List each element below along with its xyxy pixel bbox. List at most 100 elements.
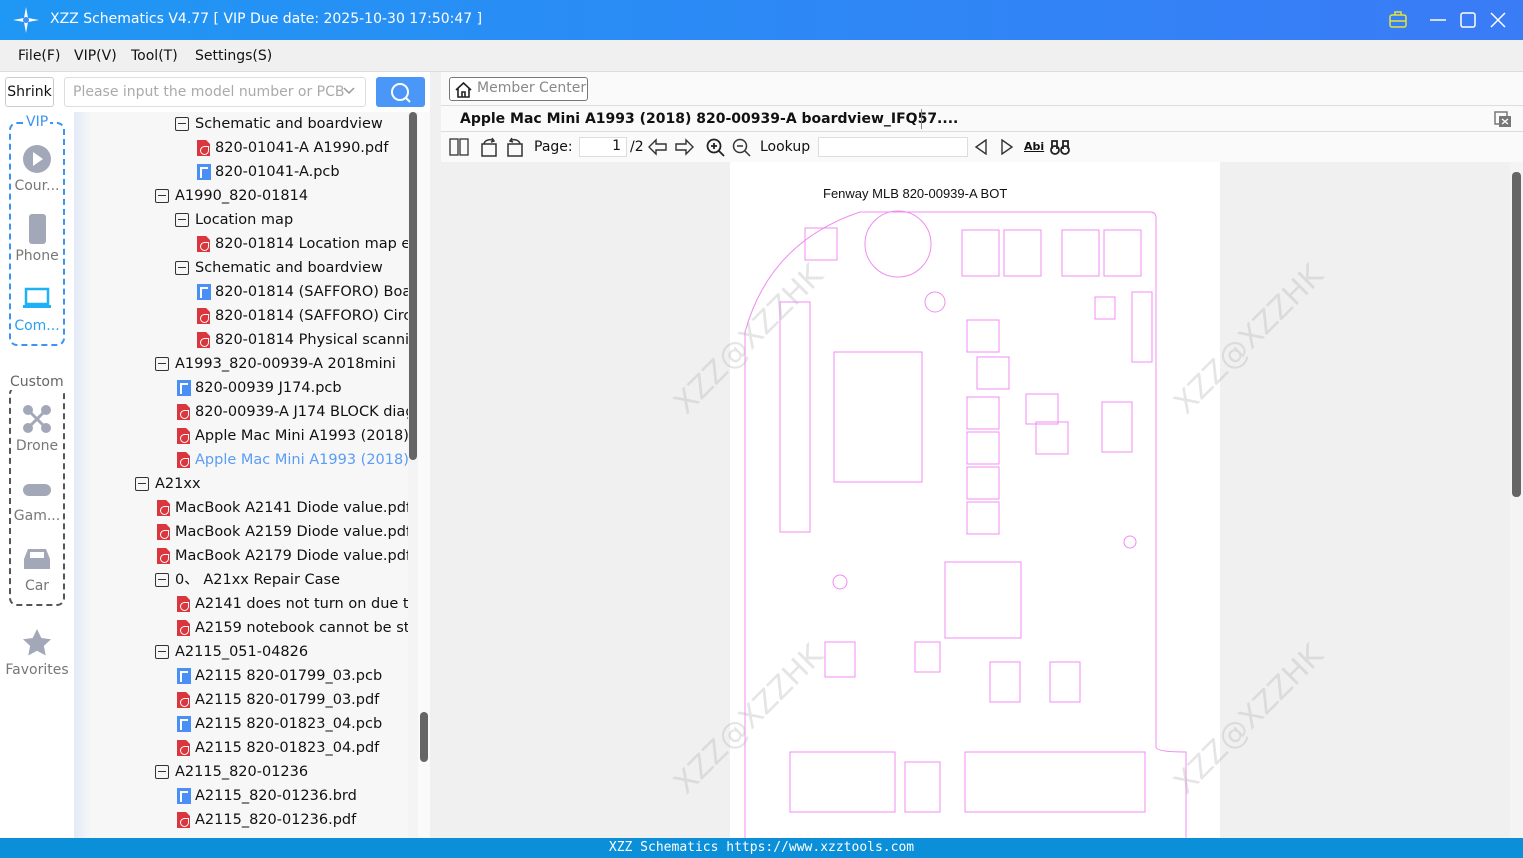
tree-item-label: A1993_820-00939-A 2018mini — [175, 356, 396, 372]
menu-tool[interactable]: Tool(T) — [131, 48, 178, 64]
tree-item-label: A2115 820-01799_03.pcb — [195, 668, 383, 684]
play-icon — [23, 145, 51, 173]
tree-item-label: A1990_820-01814 — [175, 188, 309, 204]
tree-item-label: 820-00939 J174.pcb — [195, 380, 342, 396]
category-sidebar: VIP Cour... Phone Com... Custom Drone Ga… — [0, 112, 74, 838]
sidebar-label: Favorites — [5, 662, 69, 678]
document-tab[interactable]: Apple Mac Mini A1993 (2018) 820-00939-A … — [441, 105, 1523, 132]
sidebar-item-computer[interactable]: Com... — [7, 284, 67, 334]
minimize-icon[interactable] — [1430, 12, 1446, 28]
binoculars-icon[interactable] — [1050, 138, 1070, 156]
file-tree: Schematic and boardview 820-01041-A A1990… — [74, 112, 408, 838]
sidebar-label: Drone — [15, 438, 59, 454]
tree-item-label: A2115_820-01236.pdf — [195, 812, 357, 828]
prev-page-icon[interactable] — [648, 138, 668, 156]
pcb-file-icon — [177, 668, 191, 684]
pcb-file-icon — [197, 284, 211, 300]
zoom-out-icon[interactable] — [732, 138, 751, 157]
next-page-icon[interactable] — [674, 138, 694, 156]
collapse-icon[interactable] — [175, 213, 189, 227]
two-page-icon[interactable] — [449, 138, 469, 156]
rotate-right-icon[interactable] — [505, 137, 525, 157]
close-icon[interactable] — [1490, 12, 1506, 28]
briefcase-icon[interactable] — [1389, 11, 1407, 28]
pdf-file-icon — [157, 548, 170, 564]
tree-item-label: A2115 820-01823_04.pdf — [195, 740, 380, 756]
model-search-input[interactable]: Please input the model number or PCB — [64, 77, 366, 107]
pdf-file-icon — [177, 692, 190, 708]
find-previous-icon[interactable] — [974, 139, 988, 155]
collapse-icon[interactable] — [155, 573, 169, 587]
tree-item-label: A21xx — [155, 476, 201, 492]
tree-item-label: Location map — [195, 212, 294, 228]
search-button[interactable] — [376, 77, 425, 107]
chevron-down-icon[interactable] — [343, 87, 355, 95]
pdf-file-icon — [177, 812, 190, 828]
status-bar: XZZ Schematics https://www.xzztools.com — [0, 838, 1523, 858]
pdf-file-icon — [177, 596, 190, 612]
title-bar: XZZ Schematics V4.77 [ VIP Due date: 202… — [0, 0, 1523, 40]
laptop-icon — [23, 287, 51, 308]
shrink-button[interactable]: Shrink — [5, 77, 54, 107]
maximize-icon[interactable] — [1460, 12, 1476, 28]
collapse-icon[interactable] — [175, 117, 189, 131]
sidebar-item-car[interactable]: Car — [7, 544, 67, 594]
menu-vip[interactable]: VIP(V) — [74, 48, 117, 64]
tree-item-label: Apple Mac Mini A1993 (2018) 8 — [195, 452, 408, 468]
search-icon — [391, 83, 411, 103]
sidebar-label: Phone — [15, 248, 59, 264]
board-outline — [744, 211, 1187, 838]
pdf-file-icon — [157, 500, 170, 516]
tree-item-label: A2115 820-01823_04.pcb — [195, 716, 383, 732]
find-next-icon[interactable] — [1000, 139, 1014, 155]
lookup-input[interactable] — [818, 137, 968, 157]
pdf-file-icon — [177, 428, 190, 444]
sidebar-item-favorites[interactable]: Favorites — [4, 628, 70, 678]
tree-scrollbar-secondary[interactable] — [418, 112, 430, 838]
pdf-file-icon — [177, 740, 190, 756]
tree-item-label: MacBook A2179 Diode value.pdf — [175, 548, 408, 564]
page-number-input[interactable]: 1 — [579, 137, 627, 157]
gamepad-icon — [23, 484, 51, 496]
custom-label: Custom — [10, 374, 64, 390]
collapse-icon[interactable] — [175, 261, 189, 275]
tree-item-label: Schematic and boardview — [195, 260, 383, 276]
pdf-file-icon — [177, 452, 190, 468]
pdf-file-icon — [197, 140, 210, 156]
tree-scrollbar[interactable] — [408, 112, 418, 838]
star-icon — [23, 629, 51, 656]
sidebar-item-courses[interactable]: Cour... — [7, 144, 67, 194]
collapse-icon[interactable] — [135, 477, 149, 491]
sidebar-item-game[interactable]: Gam... — [7, 474, 67, 524]
viewer-scrollbar[interactable] — [1510, 162, 1523, 838]
menu-file[interactable]: File(F) — [18, 48, 60, 64]
document-viewport[interactable]: Fenway MLB 820-00939-A BOT XZZ@XZZHK XZZ… — [441, 162, 1510, 838]
scrollbar-thumb[interactable] — [420, 712, 428, 762]
tree-item-label: A2159 notebook cannot be star — [195, 620, 408, 636]
scrollbar-thumb[interactable] — [409, 112, 417, 460]
tree-item-label: 820-00939-A J174 BLOCK diagra — [195, 404, 408, 420]
pdf-file-icon — [197, 332, 210, 348]
member-center-label: Member Center — [477, 80, 587, 96]
collapse-icon[interactable] — [155, 645, 169, 659]
sidebar-item-phone[interactable]: Phone — [7, 214, 67, 264]
tree-item-label: 820-01814 (SAFFORO) Board — [215, 284, 408, 300]
close-tab-icon[interactable] — [1494, 111, 1512, 128]
rotate-left-icon[interactable] — [479, 137, 499, 157]
collapse-icon[interactable] — [155, 189, 169, 203]
collapse-icon[interactable] — [155, 357, 169, 371]
car-icon — [24, 549, 50, 569]
collapse-icon[interactable] — [155, 765, 169, 779]
zoom-in-icon[interactable] — [706, 138, 725, 157]
member-center-button[interactable]: Member Center — [449, 77, 588, 101]
pdf-file-icon — [157, 524, 170, 540]
sidebar-item-drone[interactable]: Drone — [7, 404, 67, 454]
menu-settings[interactable]: Settings(S) — [195, 48, 272, 64]
window-title: XZZ Schematics V4.77 [ VIP Due date: 202… — [50, 11, 483, 27]
tree-item-label: Schematic and boardview — [195, 116, 383, 132]
scrollbar-thumb[interactable] — [1512, 172, 1521, 497]
match-case-icon[interactable]: Abi — [1024, 140, 1044, 153]
tree-item-label: MacBook A2159 Diode value.pdf — [175, 524, 408, 540]
pdf-file-icon — [197, 236, 210, 252]
pcb-file-icon — [177, 716, 191, 732]
